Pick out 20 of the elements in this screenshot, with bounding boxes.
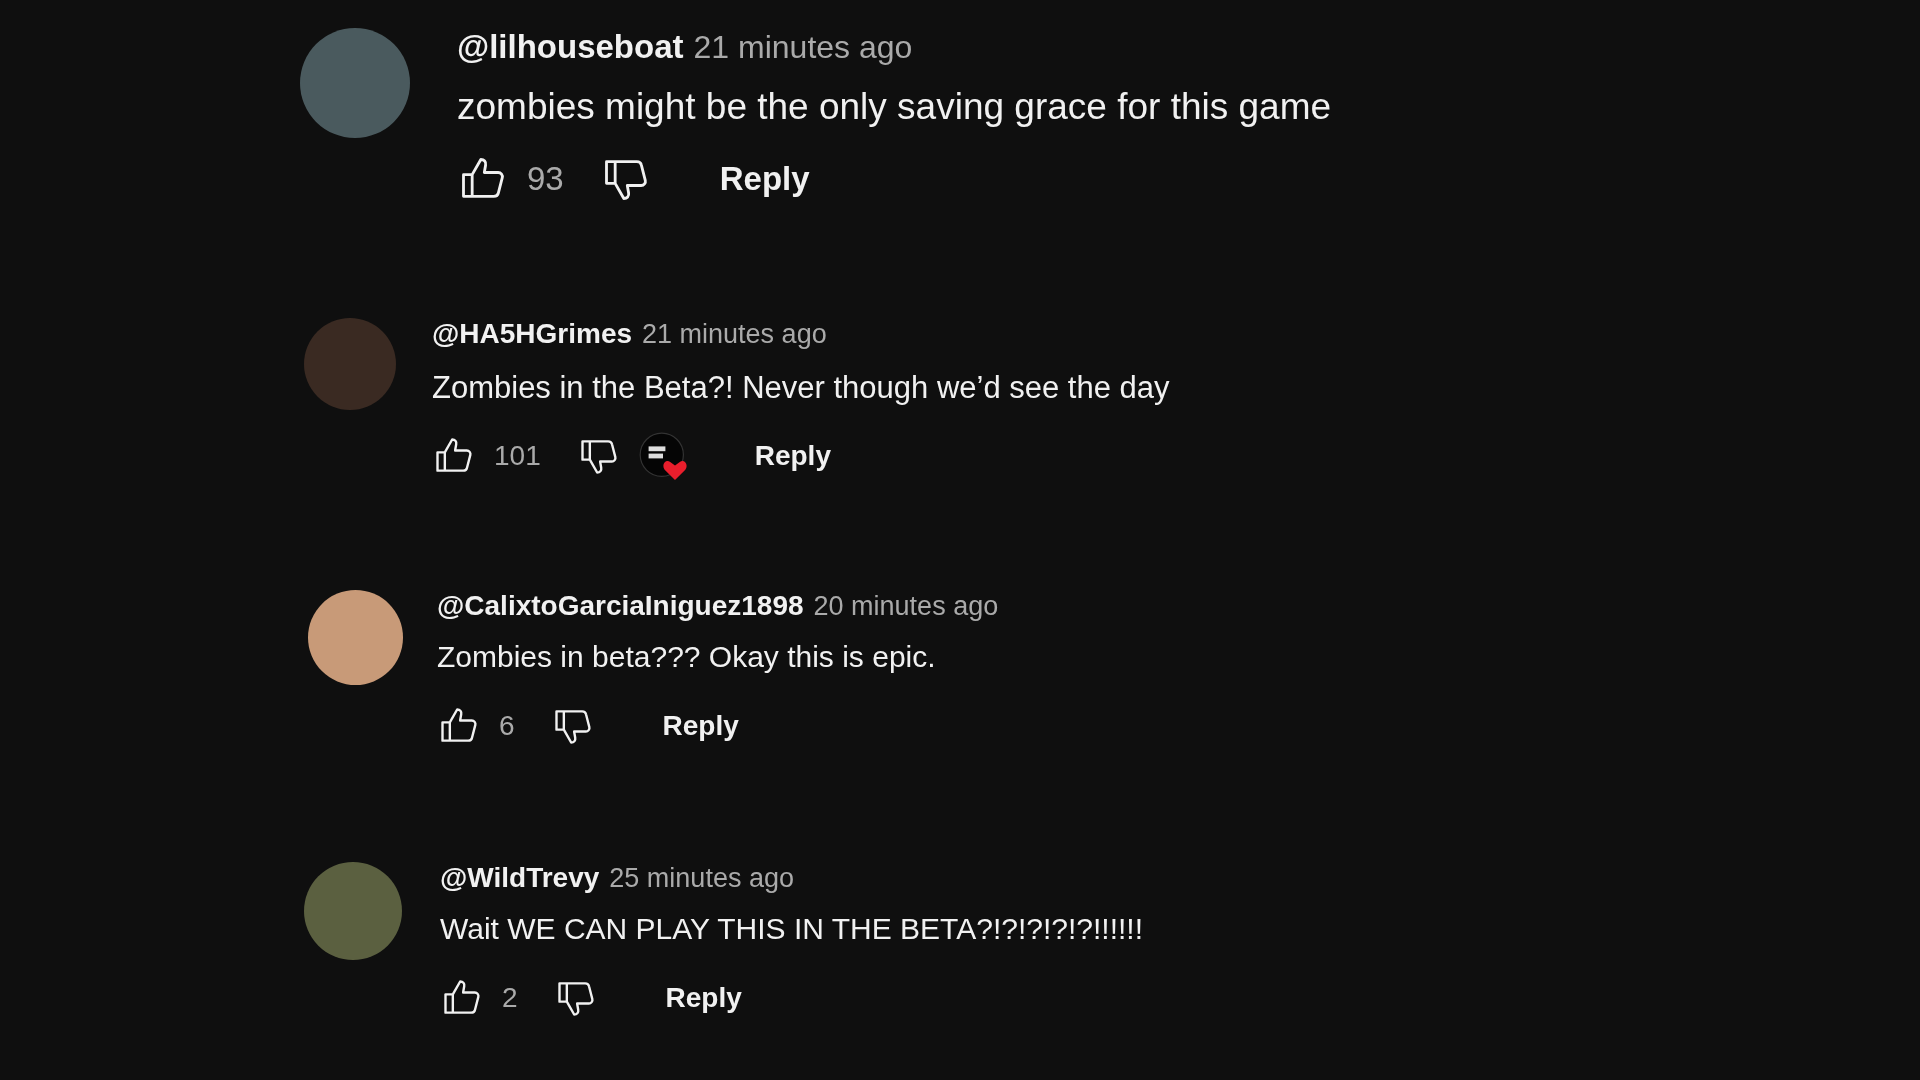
comment-text: Zombies in the Beta?! Never though we’d see the day [432,370,1170,406]
comment-text: Zombies in beta??? Okay this is epic. [437,640,937,674]
like-count: 6 [499,710,515,742]
username[interactable]: @lilhouseboat [457,28,684,66]
comment-text: zombies might be the only saving grace for this game [457,86,1332,128]
comment-text: Wait WE CAN PLAY THIS IN THE BETA?!?!?!?!?!!!!!! [440,912,1143,946]
username[interactable]: @HA5HGrimes [432,318,633,350]
like-count: 2 [502,982,518,1014]
reply-button[interactable]: Reply [734,432,851,480]
reply-button[interactable]: Reply [642,702,759,750]
timestamp[interactable]: 25 minutes ago [609,863,794,894]
reply-button[interactable]: Reply [699,152,830,206]
like-count: 101 [494,440,541,472]
username[interactable]: @CalixtoGarciaIniguez1898 [437,590,804,622]
username[interactable]: @WildTrevy [440,862,600,894]
timestamp[interactable]: 20 minutes ago [813,591,999,622]
timestamp[interactable]: 21 minutes ago [693,29,913,66]
reply-button[interactable]: Reply [645,974,762,1022]
timestamp[interactable]: 21 minutes ago [642,319,827,350]
like-count: 93 [527,160,564,198]
